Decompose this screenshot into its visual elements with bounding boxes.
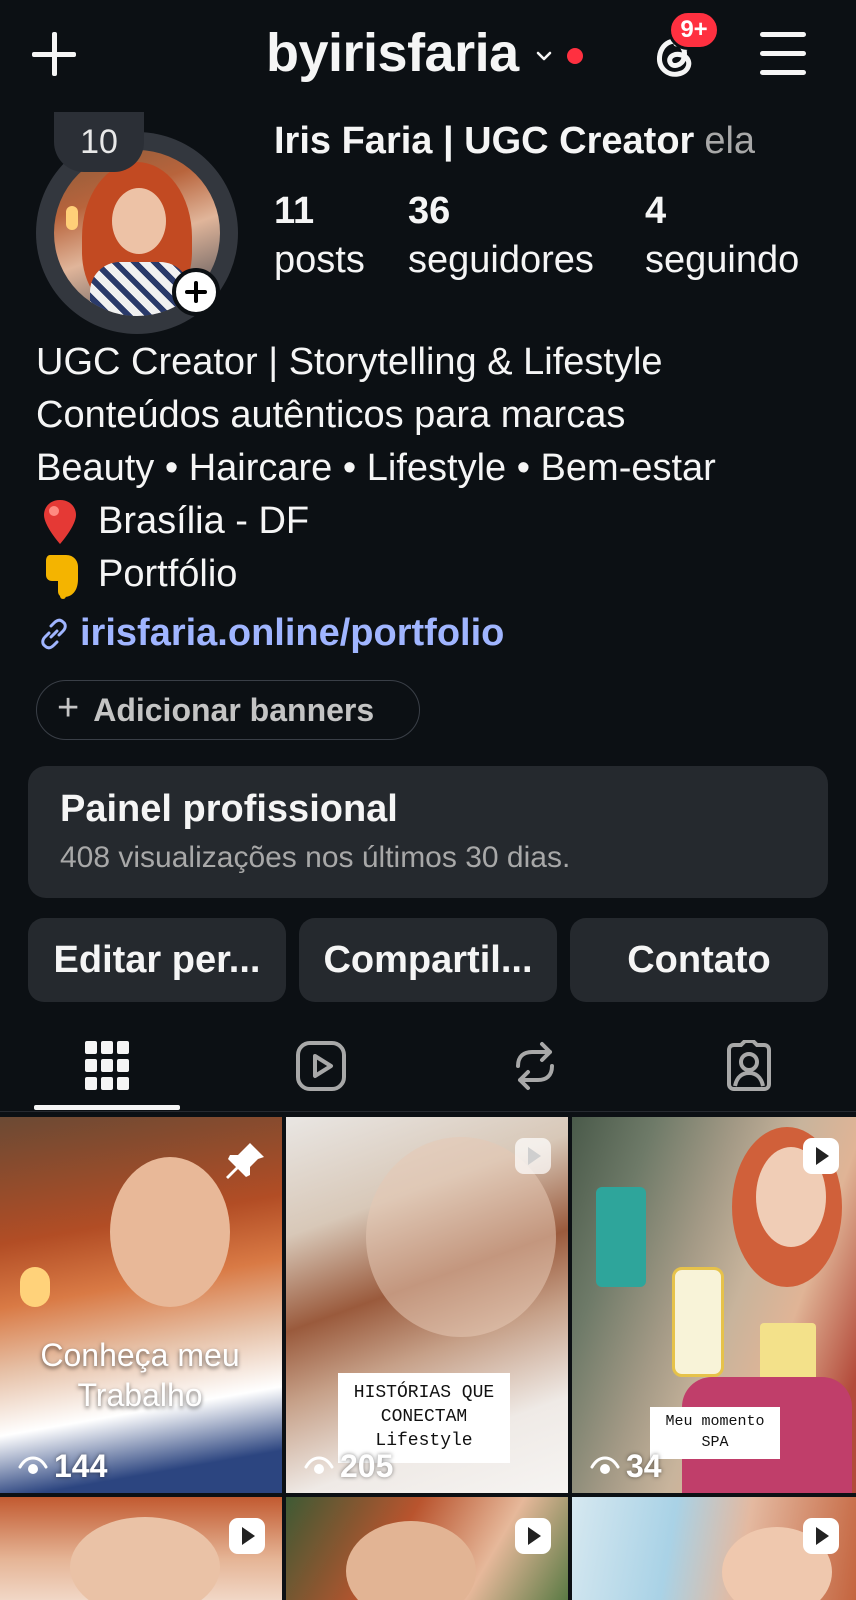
tab-reposts[interactable]	[428, 1020, 642, 1112]
reel-icon	[803, 1138, 839, 1174]
reel-icon	[515, 1138, 551, 1174]
dashboard-title: Painel profissional	[60, 788, 398, 830]
pointing-down-icon	[46, 554, 78, 599]
post-caption-line: Trabalho	[77, 1377, 203, 1413]
display-name: Iris Faria | UGC Creator ela	[274, 120, 755, 163]
eye-icon	[304, 1455, 334, 1474]
bio-line: Beauty • Haircare • Lifestyle • Bem-esta…	[36, 447, 716, 489]
post-tile[interactable]: Meu momento SPA 34	[572, 1117, 856, 1493]
tab-tagged[interactable]	[642, 1020, 856, 1112]
pinned-icon	[226, 1143, 264, 1179]
bio-line-location: Brasília - DF	[36, 495, 836, 548]
reels-icon	[296, 1041, 346, 1091]
tab-reels[interactable]	[214, 1020, 428, 1112]
account-switcher[interactable]: byirisfaria	[266, 22, 583, 84]
stat-following[interactable]: 4 seguindo	[645, 190, 799, 282]
post-caption-line: Meu momento	[665, 1413, 765, 1430]
post-caption-line: CONECTAM	[380, 1407, 468, 1427]
view-count-value: 144	[54, 1448, 108, 1484]
stat-followers[interactable]: 36 seguidores	[408, 190, 594, 282]
view-count-value: 34	[626, 1448, 662, 1484]
notification-badge: 9+	[668, 10, 720, 50]
chevron-down-icon	[536, 51, 551, 61]
active-tab-indicator	[34, 1105, 180, 1110]
view-count: 205	[304, 1448, 393, 1485]
view-count-value: 205	[340, 1448, 394, 1484]
bio-line: Conteúdos autênticos para marcas	[36, 394, 626, 436]
username: byirisfaria	[266, 23, 519, 83]
post-tile[interactable]	[0, 1497, 282, 1600]
stat-following-value: 4	[645, 190, 667, 232]
post-caption-line: HISTÓRIAS QUE	[353, 1383, 495, 1403]
grid-icon	[85, 1041, 129, 1090]
divider	[0, 1111, 856, 1112]
post-tile[interactable]: Conheça meu Trabalho 144	[0, 1117, 282, 1493]
add-story-icon[interactable]	[172, 268, 220, 316]
display-name-text: Iris Faria | UGC Creator	[274, 120, 695, 162]
reel-icon	[803, 1518, 839, 1554]
reel-icon	[229, 1518, 265, 1554]
share-profile-button[interactable]: Compartil...	[299, 918, 557, 1002]
dashboard-subtitle: 408 visualizações nos últimos 30 dias.	[60, 841, 571, 874]
link-text: irisfaria.online/portfolio	[80, 612, 505, 654]
bio: UGC Creator | Storytelling & Lifestyle C…	[36, 336, 836, 601]
bio-line-portfolio: Portfólio	[36, 548, 836, 601]
location-text: Brasília - DF	[98, 500, 310, 542]
profile-link[interactable]: irisfaria.online/portfolio	[36, 612, 504, 655]
stat-posts-label: posts	[274, 239, 365, 281]
stat-followers-label: seguidores	[408, 239, 594, 281]
pronouns: ela	[704, 120, 756, 162]
edit-profile-button[interactable]: Editar per...	[28, 918, 286, 1002]
post-tile[interactable]	[286, 1497, 568, 1600]
add-banners-label: Adicionar banners	[93, 691, 375, 728]
post-caption: Meu momento SPA	[650, 1407, 780, 1459]
stat-posts-value: 11	[274, 190, 315, 232]
post-caption-line: Conheça meu	[40, 1337, 240, 1373]
reel-icon	[515, 1518, 551, 1554]
tab-grid[interactable]	[0, 1020, 214, 1112]
unread-dot	[566, 48, 583, 64]
note-bubble[interactable]: 10	[54, 112, 144, 172]
add-banners-button[interactable]: + Adicionar banners	[36, 680, 420, 740]
post-caption-line: SPA	[701, 1434, 729, 1451]
portfolio-text: Portfólio	[98, 553, 238, 595]
post-caption: Conheça meu Trabalho	[30, 1335, 250, 1415]
post-tile[interactable]	[572, 1497, 856, 1600]
location-pin-icon	[44, 499, 76, 544]
stat-posts[interactable]: 11 posts	[274, 190, 365, 282]
professional-dashboard[interactable]: Painel profissional 408 visualizações no…	[28, 766, 828, 898]
stat-followers-value: 36	[408, 190, 451, 232]
menu-hamburger-icon[interactable]	[758, 30, 808, 78]
eye-icon	[590, 1455, 620, 1474]
plus-icon: +	[57, 686, 80, 729]
contact-button[interactable]: Contato	[570, 918, 828, 1002]
tagged-icon	[727, 1040, 771, 1091]
bio-line: UGC Creator | Storytelling & Lifestyle	[36, 341, 663, 383]
top-bar: byirisfaria 9+	[0, 0, 856, 112]
eye-icon	[18, 1455, 48, 1474]
link-icon	[41, 618, 67, 649]
post-tile[interactable]: HISTÓRIAS QUE CONECTAM Lifestyle 205	[286, 1117, 568, 1493]
view-count: 144	[18, 1448, 107, 1485]
view-count: 34	[590, 1448, 662, 1485]
profile-tabs	[0, 1020, 856, 1112]
reposts-icon	[516, 1042, 554, 1090]
stat-following-label: seguindo	[645, 239, 800, 281]
create-plus-icon[interactable]	[28, 28, 80, 80]
